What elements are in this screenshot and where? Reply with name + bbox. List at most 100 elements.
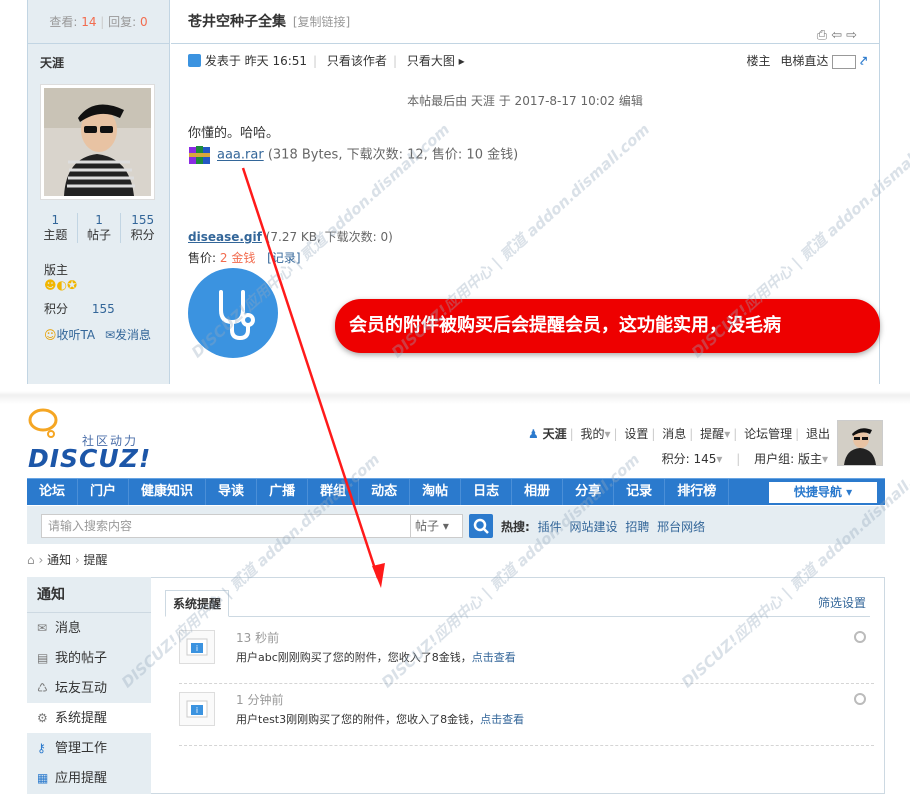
logout-link[interactable]: 退出 <box>806 427 830 441</box>
stethoscope-image[interactable] <box>188 268 278 358</box>
nav-health[interactable]: 健康知识 <box>129 479 207 505</box>
nav-groups[interactable]: 群组 <box>308 479 360 505</box>
attachment-rar-link[interactable]: aaa.rar <box>217 148 264 163</box>
stat-posts[interactable]: 1 帖子 <box>76 213 121 243</box>
nav-doing[interactable]: 记录 <box>614 479 666 505</box>
section-divider <box>0 384 910 404</box>
send-message-button[interactable]: ✉发消息 <box>105 328 151 342</box>
credit-menu[interactable]: 积分: 145 <box>662 452 717 466</box>
tab-system-notices[interactable]: 系统提醒 <box>165 590 229 617</box>
hot-searches: 热搜: 插件 网站建设 招聘 邢台网络 <box>501 520 706 534</box>
price-line: 售价: 2 金钱 [记录] <box>188 251 301 265</box>
avatar-image <box>44 88 151 196</box>
sidebar-item-messages[interactable]: ✉ 消息 <box>27 613 151 643</box>
rar-icon <box>189 146 210 164</box>
nav-forum[interactable]: 论坛 <box>27 479 79 505</box>
follow-button[interactable]: ☺收听TA <box>44 328 95 342</box>
nav-album[interactable]: 相册 <box>512 479 564 505</box>
prev-thread-icon[interactable]: ⇦ <box>831 28 846 43</box>
sidebar-item-system[interactable]: ⚙ 系统提醒 <box>27 703 151 733</box>
breadcrumb-remind[interactable]: 提醒 <box>84 553 108 567</box>
attachment-gif-link[interactable]: disease.gif <box>188 230 262 244</box>
nav-broadcast[interactable]: 广播 <box>257 479 309 505</box>
filter-settings-link[interactable]: 筛选设置 <box>818 594 866 611</box>
nav-blog[interactable]: 日志 <box>461 479 513 505</box>
nav-feed[interactable]: 动态 <box>359 479 411 505</box>
user-toolbar: ♟ 天涯 | 我的▾ | 设置 | 消息 | 提醒▾ | 论坛管理 | 退出 <box>527 427 830 441</box>
main-nav: 论坛 门户 健康知识 导读 广播 群组 动态 淘帖 日志 相册 分享 记录 排行… <box>27 478 885 505</box>
rank-icons: ☻◐✪ <box>44 278 78 292</box>
hot-link[interactable]: 招聘 <box>625 520 649 534</box>
grid-icon: ▦ <box>37 771 49 785</box>
record-link[interactable]: [记录] <box>267 251 300 265</box>
sidebar-item-manage[interactable]: ⚷ 管理工作 <box>27 733 151 763</box>
notice-time: 1 分钟前 <box>236 693 284 707</box>
author-name[interactable]: 天涯 <box>40 54 64 71</box>
settings-link[interactable]: 设置 <box>624 427 648 441</box>
sidebar-item-interaction[interactable]: ♺ 坛友互动 <box>27 673 151 703</box>
admin-link[interactable]: 论坛管理 <box>744 427 792 441</box>
notices-link[interactable]: 提醒 <box>700 427 724 441</box>
notice-text: 用户test3刚刚购买了您的附件，您收入了8金钱，点击查看 <box>236 713 525 726</box>
only-author-link[interactable]: 只看该作者 <box>327 54 387 68</box>
username-link[interactable]: 天涯 <box>543 427 567 441</box>
author-column: 查看: 14 | 回复: 0 天涯 1 主题 1 帖子 155 积分 版主 ☻◐… <box>28 0 170 392</box>
user-avatar[interactable] <box>837 420 883 466</box>
author-avatar[interactable] <box>40 84 155 200</box>
promo-banner: 会员的附件被购买后会提醒会员，这功能实用，没毛病 <box>335 299 880 353</box>
author-group[interactable]: 版主 <box>44 262 68 278</box>
next-thread-icon[interactable]: ⇨ <box>846 28 861 43</box>
home-icon[interactable]: ⌂ <box>27 553 35 567</box>
quick-nav-button[interactable]: 快捷导航 ▾ <box>769 482 877 503</box>
delete-icon[interactable] <box>854 693 866 705</box>
messages-link[interactable]: 消息 <box>662 427 686 441</box>
post-body: 你懂的。哈哈。 <box>188 126 280 141</box>
breadcrumb: ⌂ › 通知 › 提醒 <box>27 553 108 567</box>
credit-line: 积分 155 <box>44 302 115 316</box>
hot-link[interactable]: 插件 <box>538 520 562 534</box>
logo-text[interactable]: DISCUZ! <box>28 444 151 473</box>
nav-portal[interactable]: 门户 <box>78 479 130 505</box>
mail-icon: ✉ <box>37 621 48 635</box>
print-icon[interactable]: ⎙ <box>817 28 831 43</box>
hot-link[interactable]: 网站建设 <box>569 520 617 534</box>
view-link[interactable]: 点击查看 <box>480 713 524 726</box>
svg-text:i: i <box>196 644 198 653</box>
stat-credits[interactable]: 155 积分 <box>120 213 164 243</box>
mail-icon: ✉ <box>104 328 116 342</box>
nav-share[interactable]: 分享 <box>563 479 615 505</box>
sidebar-item-my-posts[interactable]: ▤ 我的帖子 <box>27 643 151 673</box>
floor-jump-label: 电梯直达 <box>780 54 829 68</box>
search-type-select[interactable]: 帖子 ▾ <box>411 514 463 538</box>
search-button[interactable] <box>469 514 493 538</box>
search-bar: 请输入搜索内容 帖子 ▾ 热搜: 插件 网站建设 招聘 邢台网络 <box>27 506 885 544</box>
floor-nav: 楼主 电梯直达 ⤤ <box>747 52 867 70</box>
post-meta: 发表于 昨天 16:51 | 只看该作者 | 只看大图 ▸ 楼主 电梯直达 ⤤ <box>188 52 867 70</box>
post-title-bar: 苍井空种子全集 [复制链接] ⎙⇦⇨ <box>171 0 879 44</box>
nav-collection[interactable]: 淘帖 <box>410 479 462 505</box>
thread-stats: 查看: 14 | 回复: 0 <box>28 0 169 44</box>
view-link[interactable]: 点击查看 <box>472 651 516 664</box>
logo-bubble-icon <box>28 408 58 438</box>
nav-ranking[interactable]: 排行榜 <box>665 479 730 505</box>
hot-link[interactable]: 邢台网络 <box>657 520 705 534</box>
search-input[interactable]: 请输入搜索内容 <box>41 514 411 538</box>
user-icon: ♟ <box>527 427 539 441</box>
nav-guide[interactable]: 导读 <box>206 479 258 505</box>
breadcrumb-notice[interactable]: 通知 <box>47 553 71 567</box>
floor-jump-input[interactable] <box>832 54 857 69</box>
big-image-link[interactable]: 只看大图 ▸ <box>407 54 465 68</box>
notice-main: 系统提醒 筛选设置 i 13 秒前 用户abc刚刚购买了您的附件，您收入了8金钱… <box>151 577 885 794</box>
copy-link-button[interactable]: [复制链接] <box>293 15 350 29</box>
usergroup-menu[interactable]: 用户组: 版主 <box>754 452 822 466</box>
delete-icon[interactable] <box>854 631 866 643</box>
sidebar-item-apps[interactable]: ▦ 应用提醒 <box>27 763 151 793</box>
list-item: i 1 分钟前 用户test3刚刚购买了您的附件，您收入了8金钱，点击查看 <box>179 684 874 746</box>
post-time: 发表于 昨天 16:51 <box>204 54 308 68</box>
jump-icon[interactable]: ⤤ <box>860 54 867 68</box>
my-menu[interactable]: 我的 <box>580 427 604 441</box>
stat-threads[interactable]: 1 主题 <box>34 213 77 243</box>
notice-time: 13 秒前 <box>236 631 280 645</box>
author-actions: ☺收听TA ✉发消息 <box>44 326 151 343</box>
attachment-gif: disease.gif (7.27 KB, 下载次数: 0) <box>188 230 393 244</box>
